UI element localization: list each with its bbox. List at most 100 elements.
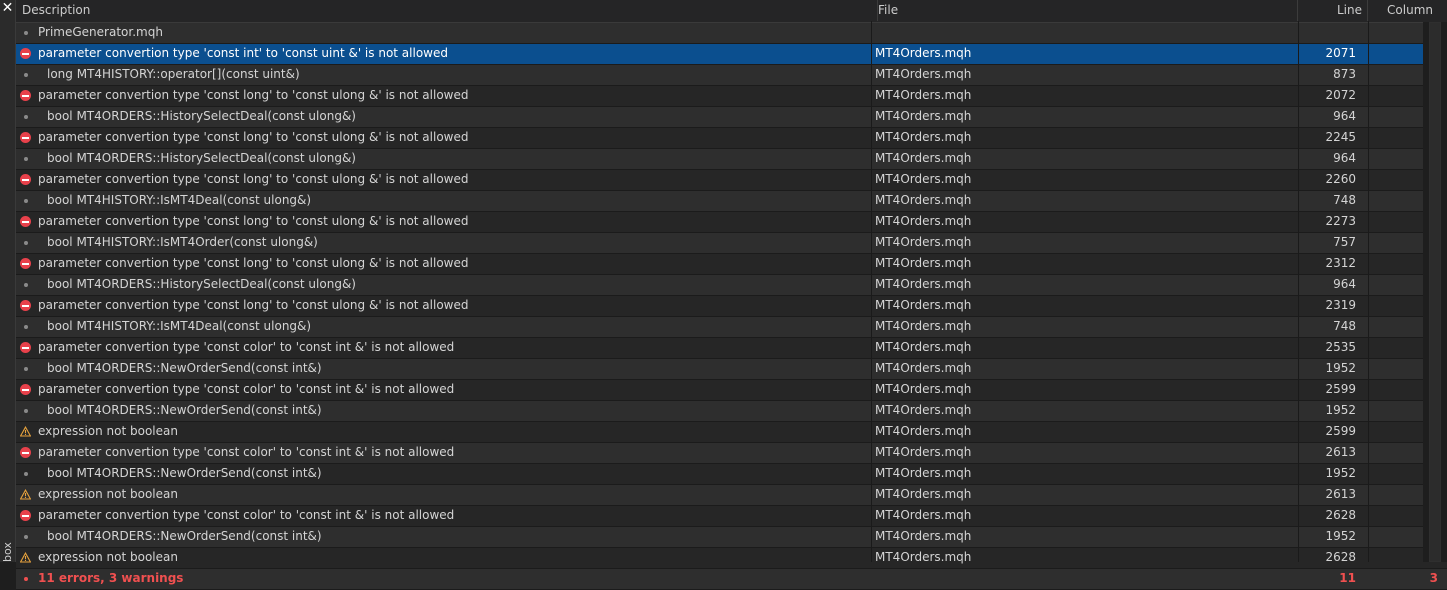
column-number-cell: 3 bbox=[1429, 571, 1438, 585]
table-row[interactable]: parameter convertion type 'const long' t… bbox=[16, 296, 1447, 317]
errors-list-panel: Description File Line Column PrimeGenera… bbox=[16, 0, 1447, 590]
line-number-cell: 757 bbox=[1333, 235, 1356, 249]
description-cell: PrimeGenerator.mqh bbox=[16, 23, 871, 42]
column-header-line[interactable]: Line bbox=[1298, 0, 1368, 21]
table-row[interactable]: bool MT4ORDERS::NewOrderSend(const int&)… bbox=[16, 401, 1447, 422]
bullet-icon bbox=[24, 199, 28, 203]
table-row[interactable]: bool MT4ORDERS::NewOrderSend(const int&)… bbox=[16, 527, 1447, 548]
bullet-icon bbox=[24, 73, 28, 77]
line-number-cell: 2535 bbox=[1325, 340, 1356, 354]
file-cell: MT4Orders.mqh bbox=[875, 424, 972, 438]
description-text: PrimeGenerator.mqh bbox=[38, 25, 163, 39]
bullet-icon bbox=[24, 535, 28, 539]
table-row[interactable]: expression not booleanMT4Orders.mqh26282… bbox=[16, 548, 1447, 569]
description-text: parameter convertion type 'const long' t… bbox=[38, 214, 469, 228]
error-circle-icon bbox=[20, 258, 31, 269]
file-cell: MT4Orders.mqh bbox=[875, 550, 972, 564]
file-cell: MT4Orders.mqh bbox=[875, 319, 972, 333]
column-divider bbox=[1298, 21, 1299, 562]
description-text: parameter convertion type 'const long' t… bbox=[38, 298, 469, 312]
line-number-cell: 11 bbox=[1339, 571, 1356, 585]
line-number-cell: 2599 bbox=[1325, 382, 1356, 396]
table-row[interactable]: bool MT4ORDERS::HistorySelectDeal(const … bbox=[16, 149, 1447, 170]
summary-row[interactable]: 11 errors, 3 warnings 11 3 bbox=[16, 569, 1447, 590]
description-cell: parameter convertion type 'const long' t… bbox=[16, 128, 871, 147]
table-row[interactable]: parameter convertion type 'const int' to… bbox=[16, 44, 1447, 65]
column-header-column[interactable]: Column bbox=[1368, 0, 1439, 21]
table-row[interactable]: bool MT4ORDERS::NewOrderSend(const int&)… bbox=[16, 359, 1447, 380]
table-row[interactable]: bool MT4ORDERS::HistorySelectDeal(const … bbox=[16, 275, 1447, 296]
description-text: parameter convertion type 'const color' … bbox=[38, 445, 455, 459]
table-row[interactable]: PrimeGenerator.mqh bbox=[16, 23, 1447, 44]
line-number-cell: 2599 bbox=[1325, 424, 1356, 438]
line-number-cell: 964 bbox=[1333, 109, 1356, 123]
side-panel-label[interactable]: box bbox=[0, 532, 15, 562]
file-cell: MT4Orders.mqh bbox=[875, 298, 972, 312]
close-icon[interactable]: ✕ bbox=[1, 0, 14, 17]
description-text: parameter convertion type 'const int' to… bbox=[38, 46, 448, 60]
description-text: parameter convertion type 'const long' t… bbox=[38, 256, 469, 270]
file-cell: MT4Orders.mqh bbox=[875, 67, 972, 81]
table-row[interactable]: bool MT4ORDERS::HistorySelectDeal(const … bbox=[16, 107, 1447, 128]
file-cell: MT4Orders.mqh bbox=[875, 466, 972, 480]
file-cell: MT4Orders.mqh bbox=[875, 445, 972, 459]
bullet-icon bbox=[24, 325, 28, 329]
file-cell: MT4Orders.mqh bbox=[875, 151, 972, 165]
scrollbar-thumb[interactable] bbox=[1429, 22, 1441, 562]
vertical-scrollbar[interactable] bbox=[1423, 22, 1447, 562]
file-cell: MT4Orders.mqh bbox=[875, 256, 972, 270]
line-number-cell: 1952 bbox=[1325, 361, 1356, 375]
bullet-icon bbox=[24, 115, 28, 119]
description-cell: bool MT4HISTORY::IsMT4Order(const ulong&… bbox=[16, 233, 871, 252]
bullet-icon bbox=[24, 577, 28, 581]
description-cell: bool MT4HISTORY::IsMT4Deal(const ulong&) bbox=[16, 317, 871, 336]
table-row[interactable]: bool MT4HISTORY::IsMT4Deal(const ulong&)… bbox=[16, 191, 1447, 212]
description-text: parameter convertion type 'const long' t… bbox=[38, 88, 469, 102]
error-circle-icon bbox=[20, 48, 31, 59]
error-circle-icon bbox=[20, 510, 31, 521]
errors-table-body: PrimeGenerator.mqh parameter convertion t… bbox=[16, 23, 1447, 590]
line-number-cell: 2071 bbox=[1325, 46, 1356, 60]
column-header-description[interactable]: Description bbox=[16, 0, 878, 21]
description-cell: 11 errors, 3 warnings bbox=[16, 569, 871, 588]
description-text: parameter convertion type 'const long' t… bbox=[38, 130, 469, 144]
bullet-icon bbox=[24, 367, 28, 371]
file-cell: MT4Orders.mqh bbox=[875, 361, 972, 375]
description-text: bool MT4ORDERS::HistorySelectDeal(const … bbox=[47, 109, 356, 123]
table-row[interactable]: expression not booleanMT4Orders.mqh25992… bbox=[16, 422, 1447, 443]
description-text: expression not boolean bbox=[38, 550, 178, 564]
table-row[interactable]: long MT4HISTORY::operator[](const uint&)… bbox=[16, 65, 1447, 86]
table-row[interactable]: bool MT4HISTORY::IsMT4Order(const ulong&… bbox=[16, 233, 1447, 254]
error-circle-icon bbox=[20, 132, 31, 143]
error-circle-icon bbox=[20, 447, 31, 458]
table-row[interactable]: parameter convertion type 'const color' … bbox=[16, 380, 1447, 401]
bullet-icon bbox=[24, 241, 28, 245]
column-header-file[interactable]: File bbox=[871, 0, 1298, 21]
column-header-row: Description File Line Column bbox=[16, 0, 1447, 23]
table-row[interactable]: parameter convertion type 'const long' t… bbox=[16, 170, 1447, 191]
table-row[interactable]: parameter convertion type 'const color' … bbox=[16, 338, 1447, 359]
file-cell: MT4Orders.mqh bbox=[875, 277, 972, 291]
table-row[interactable]: expression not booleanMT4Orders.mqh26132… bbox=[16, 485, 1447, 506]
file-cell: MT4Orders.mqh bbox=[875, 214, 972, 228]
description-cell: parameter convertion type 'const long' t… bbox=[16, 296, 871, 315]
bullet-icon bbox=[24, 157, 28, 161]
line-number-cell: 1952 bbox=[1325, 466, 1356, 480]
bullet-icon bbox=[24, 283, 28, 287]
table-row[interactable]: parameter convertion type 'const long' t… bbox=[16, 128, 1447, 149]
file-cell: MT4Orders.mqh bbox=[875, 487, 972, 501]
table-row[interactable]: parameter convertion type 'const long' t… bbox=[16, 212, 1447, 233]
bullet-icon bbox=[24, 409, 28, 413]
table-row[interactable]: parameter convertion type 'const color' … bbox=[16, 443, 1447, 464]
table-row[interactable]: bool MT4ORDERS::NewOrderSend(const int&)… bbox=[16, 464, 1447, 485]
description-text: bool MT4HISTORY::IsMT4Deal(const ulong&) bbox=[47, 319, 312, 333]
file-cell bbox=[871, 23, 1298, 42]
warning-triangle-icon bbox=[20, 489, 31, 500]
line-number-cell: 1952 bbox=[1325, 403, 1356, 417]
table-row[interactable]: parameter convertion type 'const long' t… bbox=[16, 254, 1447, 275]
table-row[interactable]: parameter convertion type 'const color' … bbox=[16, 506, 1447, 527]
table-row[interactable]: bool MT4HISTORY::IsMT4Deal(const ulong&)… bbox=[16, 317, 1447, 338]
file-cell: MT4Orders.mqh bbox=[875, 382, 972, 396]
table-row[interactable]: parameter convertion type 'const long' t… bbox=[16, 86, 1447, 107]
description-cell: expression not boolean bbox=[16, 548, 871, 567]
